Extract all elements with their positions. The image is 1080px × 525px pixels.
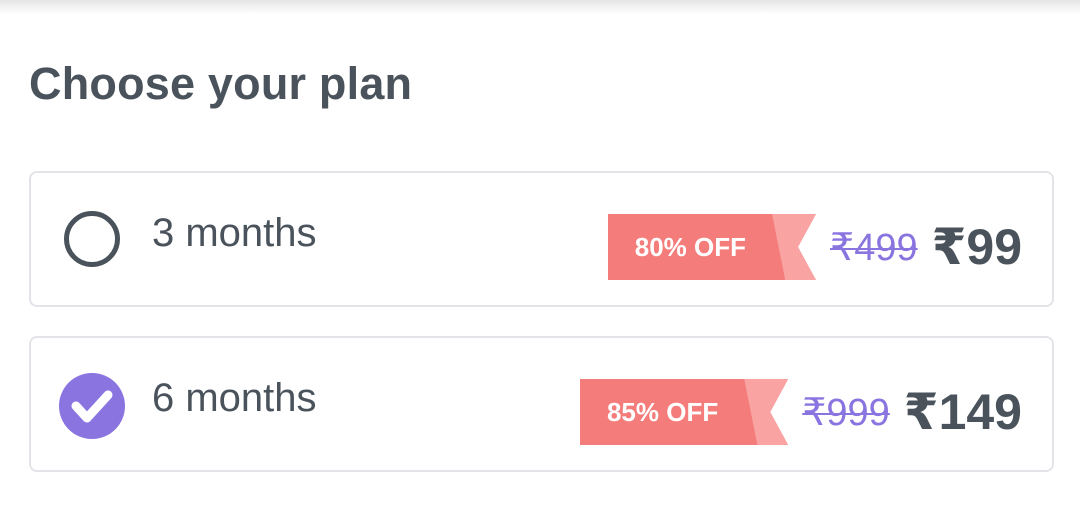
discount-label: 80% OFF (634, 231, 747, 262)
plan-name: 3 months (152, 211, 317, 255)
discounted-price: ₹149 (903, 384, 1022, 440)
discount-badge: 85% OFF (580, 379, 788, 445)
page-title: Choose your plan (29, 58, 413, 109)
plan-option-3-months[interactable]: 3 months 80% OFF ₹499 ₹99 (29, 171, 1054, 307)
checkmark-icon (71, 390, 113, 423)
header-shadow (0, 0, 1080, 14)
discounted-price: ₹99 (931, 219, 1022, 275)
discount-badge: 80% OFF (608, 214, 816, 280)
original-price: ₹499 (830, 226, 918, 269)
ribbon-fold (772, 214, 816, 280)
price-group: 85% OFF ₹999 ₹149 (580, 378, 1022, 446)
plan-option-6-months[interactable]: 6 months 85% OFF ₹999 ₹149 (29, 336, 1054, 472)
original-price: ₹999 (802, 391, 890, 434)
radio-checked-icon[interactable] (59, 373, 125, 439)
plan-name: 6 months (152, 376, 317, 420)
price-group: 80% OFF ₹499 ₹99 (608, 213, 1022, 281)
radio-unchecked-icon[interactable] (64, 211, 120, 267)
discount-label: 85% OFF (606, 396, 719, 427)
ribbon-fold (744, 379, 788, 445)
